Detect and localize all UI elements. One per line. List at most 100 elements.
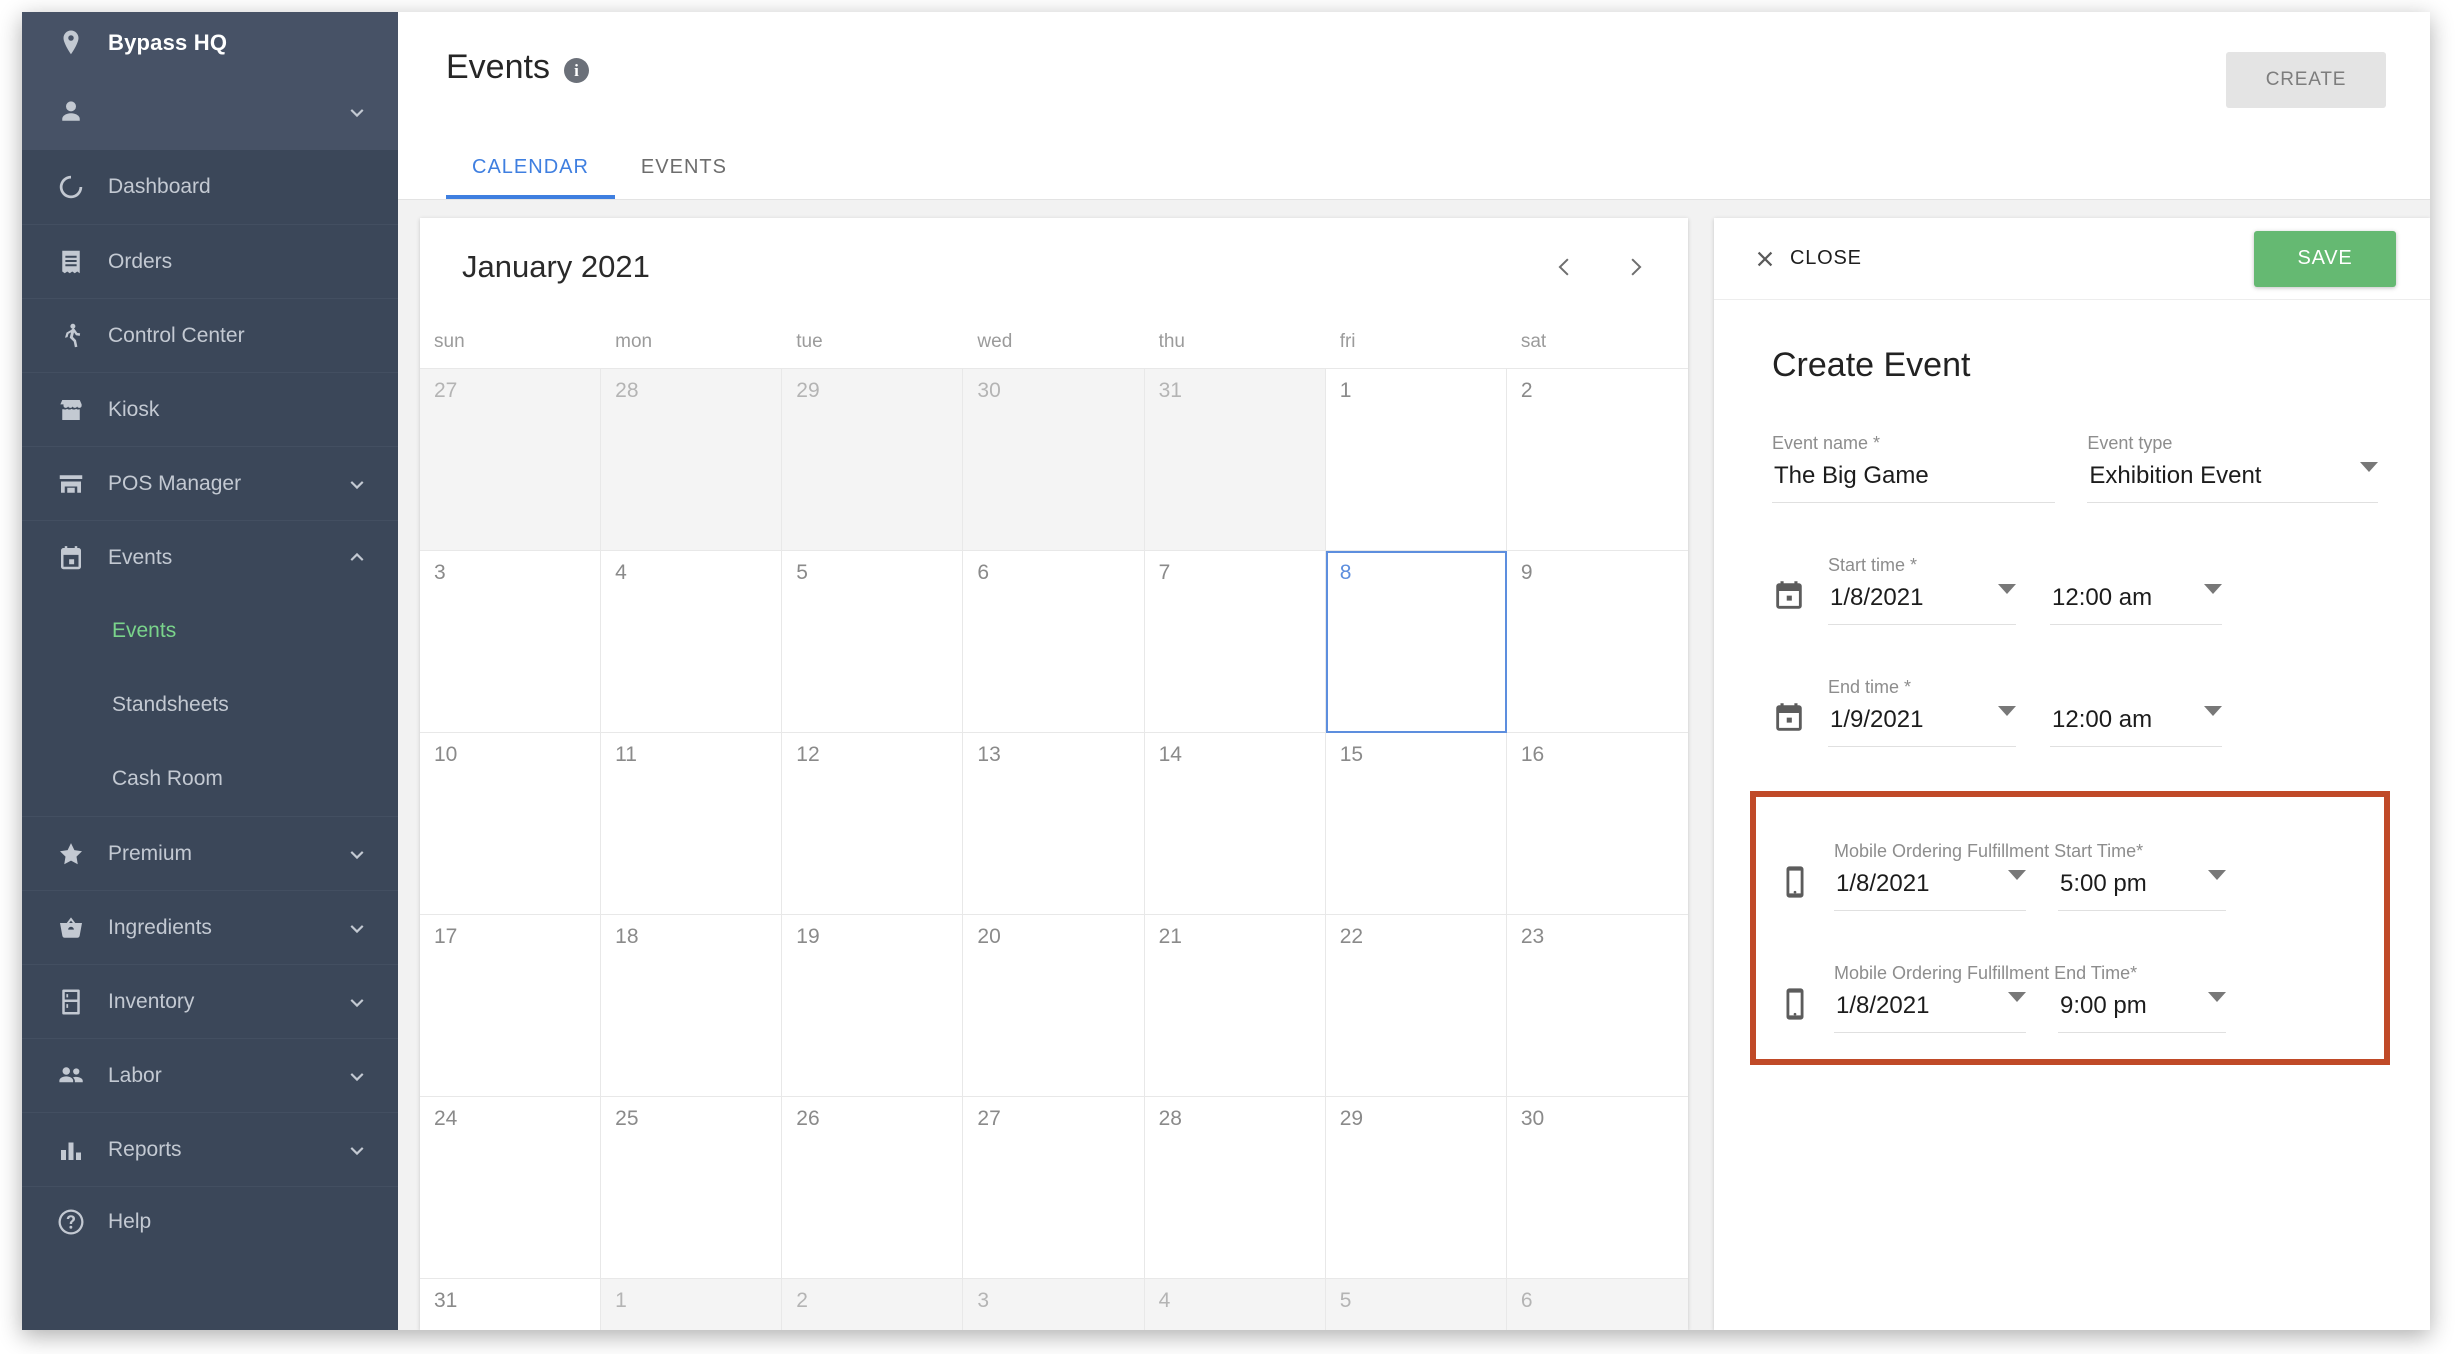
start-time-select[interactable]: 12:00 am [2050, 584, 2222, 625]
end-date-select[interactable]: 1/9/2021 [1828, 706, 2016, 747]
chevron-down-icon[interactable] [344, 99, 370, 125]
calendar-day-cell[interactable]: 1 [601, 1279, 783, 1330]
info-icon[interactable]: i [563, 58, 589, 83]
calendar-day-cell[interactable]: 21 [1144, 915, 1326, 1097]
start-date-field[interactable]: Start time * 1/8/2021 [1828, 555, 2016, 625]
calendar-day-cell[interactable]: 31 [420, 1279, 602, 1330]
chevron-down-icon[interactable] [344, 841, 370, 867]
sidebar-item-orders[interactable]: Orders [22, 224, 398, 298]
calendar-day-cell[interactable]: 16 [1506, 733, 1688, 915]
calendar-day-cell[interactable]: 29 [782, 369, 964, 551]
sidebar-item-control-center[interactable]: Control Center [22, 298, 398, 372]
calendar-day-cell[interactable]: 30 [1506, 1097, 1688, 1279]
calendar-day-cell[interactable]: 4 [1144, 1279, 1326, 1330]
calendar-day-cell[interactable]: 20 [963, 915, 1145, 1097]
event-type-select[interactable]: Exhibition Event [2087, 462, 2378, 503]
sidebar-item-inventory[interactable]: Inventory [22, 964, 398, 1038]
calendar-day-cell[interactable]: 28 [1144, 1097, 1326, 1279]
sidebar-item-ingredients[interactable]: Ingredients [22, 890, 398, 964]
calendar-day-cell[interactable]: 3 [420, 551, 602, 733]
chevron-left-icon[interactable] [1552, 254, 1578, 280]
calendar-day-cell[interactable]: 31 [1144, 369, 1326, 551]
calendar-day-cell[interactable]: 3 [963, 1279, 1145, 1330]
create-button[interactable]: CREATE [2226, 52, 2386, 108]
sidebar-item-premium[interactable]: Premium [22, 816, 398, 890]
chevron-down-icon[interactable] [344, 1137, 370, 1163]
calendar-day-cell[interactable]: 25 [601, 1097, 783, 1279]
calendar-day-cell[interactable]: 29 [1325, 1097, 1507, 1279]
calendar-day-cell[interactable]: 8 [1325, 551, 1507, 733]
calendar-day-cell[interactable]: 12 [782, 733, 964, 915]
sidebar-subitem-cash-room[interactable]: Cash Room [22, 742, 398, 816]
calendar-day-cell[interactable]: 27 [963, 1097, 1145, 1279]
calendar-day-number: 15 [1339, 743, 1364, 766]
start-time-field[interactable]: 12:00 am [2050, 584, 2222, 625]
mobile-end-date-select[interactable]: 1/8/2021 [1834, 992, 2026, 1033]
sidebar-user-row[interactable] [22, 74, 398, 150]
calendar-day-cell[interactable]: 1 [1325, 369, 1507, 551]
mobile-end-time-select[interactable]: 9:00 pm [2058, 992, 2226, 1033]
sidebar-item-help[interactable]: Help [22, 1186, 398, 1256]
calendar-day-cell[interactable]: 10 [420, 733, 602, 915]
calendar-day-cell[interactable]: 4 [601, 551, 783, 733]
calendar-day-cell[interactable]: 18 [601, 915, 783, 1097]
sidebar-item-dashboard[interactable]: Dashboard [22, 150, 398, 224]
mobile-start-time-field[interactable]: 5:00 pm [2058, 870, 2226, 911]
calendar-day-cell[interactable]: 27 [420, 369, 602, 551]
tab-calendar[interactable]: CALENDAR [446, 139, 615, 199]
calendar-day-cell[interactable]: 2 [1506, 369, 1688, 551]
chevron-down-icon[interactable] [344, 989, 370, 1015]
sidebar-item-labor[interactable]: Labor [22, 1038, 398, 1112]
fridge-icon [56, 987, 86, 1017]
calendar-day-cell[interactable]: 13 [963, 733, 1145, 915]
chevron-down-icon[interactable] [344, 471, 370, 497]
event-name-input[interactable]: The Big Game [1772, 462, 2056, 503]
dashboard-icon [56, 172, 86, 202]
mobile-end-time-field[interactable]: 9:00 pm [2058, 992, 2226, 1033]
chevron-up-icon[interactable] [344, 545, 370, 571]
calendar-day-cell[interactable]: 6 [963, 551, 1145, 733]
sidebar: Bypass HQ Dashboard Orders Control Cente… [22, 12, 398, 1330]
calendar-day-cell[interactable]: 19 [782, 915, 964, 1097]
mobile-start-time-select[interactable]: 5:00 pm [2058, 870, 2226, 911]
calendar-day-cell[interactable]: 5 [782, 551, 964, 733]
sidebar-subitem-standsheets[interactable]: Standsheets [22, 668, 398, 742]
sidebar-item-reports[interactable]: Reports [22, 1112, 398, 1186]
close-button[interactable]: CLOSE [1754, 247, 1862, 270]
mobile-start-date-select[interactable]: 1/8/2021 [1834, 870, 2026, 911]
calendar-day-cell[interactable]: 6 [1506, 1279, 1688, 1330]
calendar-day-cell[interactable]: 11 [601, 733, 783, 915]
end-time-select[interactable]: 12:00 am [2050, 706, 2222, 747]
calendar-day-cell[interactable]: 28 [601, 369, 783, 551]
calendar-day-cell[interactable]: 9 [1506, 551, 1688, 733]
calendar-day-cell[interactable]: 26 [782, 1097, 964, 1279]
calendar-day-cell[interactable]: 5 [1325, 1279, 1507, 1330]
calendar-day-cell[interactable]: 14 [1144, 733, 1326, 915]
sidebar-brand[interactable]: Bypass HQ [22, 12, 398, 74]
chevron-down-icon[interactable] [344, 915, 370, 941]
calendar-day-cell[interactable]: 23 [1506, 915, 1688, 1097]
calendar-day-cell[interactable]: 7 [1144, 551, 1326, 733]
sidebar-subitem-events[interactable]: Events [22, 594, 398, 668]
end-date-field[interactable]: End time * 1/9/2021 [1828, 677, 2016, 747]
mobile-start-date-field[interactable]: Mobile Ordering Fulfillment Start Time* … [1834, 841, 2143, 911]
calendar-day-cell[interactable]: 2 [782, 1279, 964, 1330]
sidebar-item-pos-manager[interactable]: POS Manager [22, 446, 398, 520]
start-date-select[interactable]: 1/8/2021 [1828, 584, 2016, 625]
chevron-right-icon[interactable] [1622, 254, 1648, 280]
sidebar-item-kiosk[interactable]: Kiosk [22, 372, 398, 446]
save-button[interactable]: SAVE [2254, 230, 2396, 287]
calendar-day-cell[interactable]: 17 [420, 915, 602, 1097]
calendar-day-cell[interactable]: 22 [1325, 915, 1507, 1097]
calendar-day-cell[interactable]: 24 [420, 1097, 602, 1279]
event-type-field[interactable]: Event type Exhibition Event [2087, 433, 2378, 503]
tab-events[interactable]: EVENTS [615, 139, 753, 199]
end-time-field[interactable]: 12:00 am [2050, 706, 2222, 747]
calendar-day-cell[interactable]: 30 [963, 369, 1145, 551]
chevron-down-icon[interactable] [344, 1063, 370, 1089]
mobile-end-date-field[interactable]: Mobile Ordering Fulfillment End Time* 1/… [1834, 963, 2137, 1033]
sidebar-item-events[interactable]: Events [22, 520, 398, 594]
panel-title: Create Event [1772, 346, 1971, 384]
calendar-day-cell[interactable]: 15 [1325, 733, 1507, 915]
event-name-field[interactable]: Event name * The Big Game [1772, 433, 2056, 503]
